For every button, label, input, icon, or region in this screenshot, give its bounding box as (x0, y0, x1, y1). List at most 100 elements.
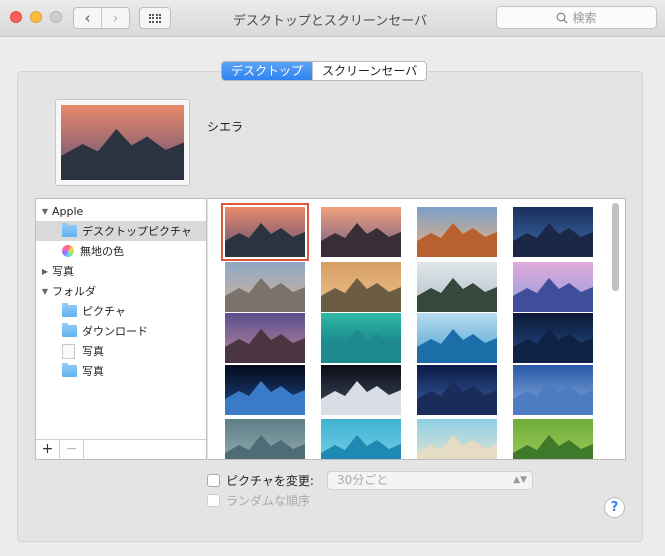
change-picture-checkbox[interactable] (207, 474, 220, 487)
sidebar-item[interactable]: ピクチャ (36, 301, 206, 321)
wallpaper-image (513, 419, 593, 459)
wallpaper-image (417, 365, 497, 415)
sidebar-item-label: 写真 (82, 345, 104, 358)
wallpaper-image (225, 207, 305, 257)
search-icon (557, 12, 568, 23)
wallpaper-image (417, 207, 497, 257)
wallpaper-grid (208, 198, 626, 460)
sidebar-item-label: フォルダ (52, 285, 96, 298)
sidebar-item[interactable]: 写真 (36, 341, 206, 361)
change-interval-value: 30分ごと (337, 473, 389, 487)
back-button[interactable]: ‹ (74, 8, 101, 28)
wallpaper-image (321, 313, 401, 363)
wallpaper-thumbnail[interactable] (225, 262, 305, 312)
wallpaper-thumbnail[interactable] (321, 313, 401, 363)
sidebar-item-label: デスクトップピクチャ (82, 225, 192, 238)
add-folder-button[interactable]: + (36, 440, 60, 459)
zoom-window-button[interactable] (50, 11, 62, 23)
wallpaper-image (321, 207, 401, 257)
sidebar-item[interactable]: ダウンロード (36, 321, 206, 341)
show-all-button[interactable] (139, 7, 171, 29)
help-button[interactable]: ? (604, 497, 625, 518)
tab-desktop[interactable]: デスクトップ (222, 62, 313, 80)
wallpaper-thumbnail[interactable] (225, 313, 305, 363)
wallpaper-image (225, 419, 305, 459)
search-placeholder: 検索 (572, 11, 597, 25)
folder-icon (62, 303, 77, 317)
wallpaper-thumbnail[interactable] (225, 365, 305, 415)
document-icon (62, 343, 75, 359)
search-field[interactable]: 検索 (496, 6, 657, 29)
wallpaper-image (417, 313, 497, 363)
source-list: 写真 写真 ダウンロード ピクチャ ▼ フォルダ ▶ 写真 無地の色 デスクトップピクチャ ▼ App… (35, 198, 207, 460)
forward-button[interactable]: › (101, 8, 129, 28)
remove-folder-button[interactable]: − (60, 440, 84, 459)
wallpaper-image (513, 262, 593, 312)
sidebar-item-label: ピクチャ (82, 305, 126, 318)
sidebar-item[interactable]: ▶ 写真 (36, 261, 206, 281)
wallpaper-image (225, 313, 305, 363)
wallpaper-image (513, 313, 593, 363)
sidebar-item-label: 写真 (82, 365, 104, 378)
sidebar-item-label: 写真 (52, 265, 74, 278)
sidebar-item[interactable]: ▼ フォルダ (36, 281, 206, 301)
sidebar-item[interactable]: 無地の色 (36, 241, 206, 261)
wallpaper-thumbnail[interactable] (417, 419, 497, 459)
close-window-button[interactable] (10, 11, 22, 23)
wallpaper-thumbnail[interactable] (225, 419, 305, 459)
disclosure-open-icon: ▼ (41, 286, 49, 296)
preferences-window: ‹ › デスクトップとスクリーンセーバ 検索 デスクトップ スクリーンセーバ シ… (0, 0, 665, 556)
navigation-buttons: ‹ › (73, 7, 130, 29)
sidebar-item[interactable]: デスクトップピクチャ (36, 221, 206, 241)
wallpaper-thumbnail[interactable] (417, 262, 497, 312)
wallpaper-thumbnail[interactable] (417, 365, 497, 415)
tab-screensaver[interactable]: スクリーンセーバ (312, 62, 426, 80)
sidebar-item-label: Apple (52, 204, 84, 218)
sidebar-item-label: ダウンロード (82, 325, 148, 338)
wallpaper-thumbnail[interactable] (321, 365, 401, 415)
wallpaper-thumbnail[interactable] (513, 207, 593, 257)
source-list-toolbar: + − (36, 439, 206, 459)
title-bar: ‹ › デスクトップとスクリーンセーバ 検索 (0, 0, 665, 37)
change-picture-label: ピクチャを変更: (226, 474, 314, 488)
wallpaper-image (513, 207, 593, 257)
change-interval-select[interactable]: 30分ごと ▲▼ (327, 471, 533, 490)
wallpaper-image (417, 262, 497, 312)
wallpaper-thumbnail[interactable] (513, 262, 593, 312)
wallpaper-thumbnail[interactable] (321, 419, 401, 459)
wallpaper-image (225, 365, 305, 415)
random-order-checkbox[interactable] (207, 494, 220, 507)
disclosure-open-icon: ▼ (41, 206, 49, 216)
tab-bar: デスクトップ スクリーンセーバ (221, 61, 428, 81)
sidebar-item[interactable]: 写真 (36, 361, 206, 381)
window-title: デスクトップとスクリーンセーバ (232, 14, 428, 29)
wallpaper-thumbnail[interactable] (513, 313, 593, 363)
folder-icon (62, 323, 77, 337)
grid-scrollbar[interactable] (612, 203, 619, 291)
sidebar-item[interactable]: ▼ Apple (36, 201, 206, 221)
wallpaper-thumbnail[interactable] (221, 203, 309, 261)
random-order-label: ランダムな順序 (226, 494, 311, 508)
current-wallpaper-preview (55, 99, 190, 186)
wallpaper-thumbnail[interactable] (321, 262, 401, 312)
wallpaper-image (513, 365, 593, 415)
wallpaper-image (321, 419, 401, 459)
wallpaper-thumbnail[interactable] (513, 419, 593, 459)
wallpaper-thumbnail[interactable] (321, 207, 401, 257)
wallpaper-name: シエラ (207, 120, 244, 134)
wallpaper-image (61, 105, 184, 180)
wallpaper-thumbnail[interactable] (417, 207, 497, 257)
preview-image (61, 105, 184, 180)
updown-chevron-icon: ▲▼ (513, 475, 527, 485)
minimize-window-button[interactable] (30, 11, 42, 23)
grid-icon (148, 13, 162, 23)
wallpaper-image (321, 262, 401, 312)
folder-icon (62, 223, 77, 237)
wallpaper-thumbnail[interactable] (513, 365, 593, 415)
wallpaper-image (417, 419, 497, 459)
folder-icon (62, 363, 77, 377)
wallpaper-thumbnail[interactable] (417, 313, 497, 363)
wallpaper-image (321, 365, 401, 415)
disclosure-closed-icon: ▶ (41, 266, 49, 276)
color-wheel-icon (62, 245, 74, 257)
